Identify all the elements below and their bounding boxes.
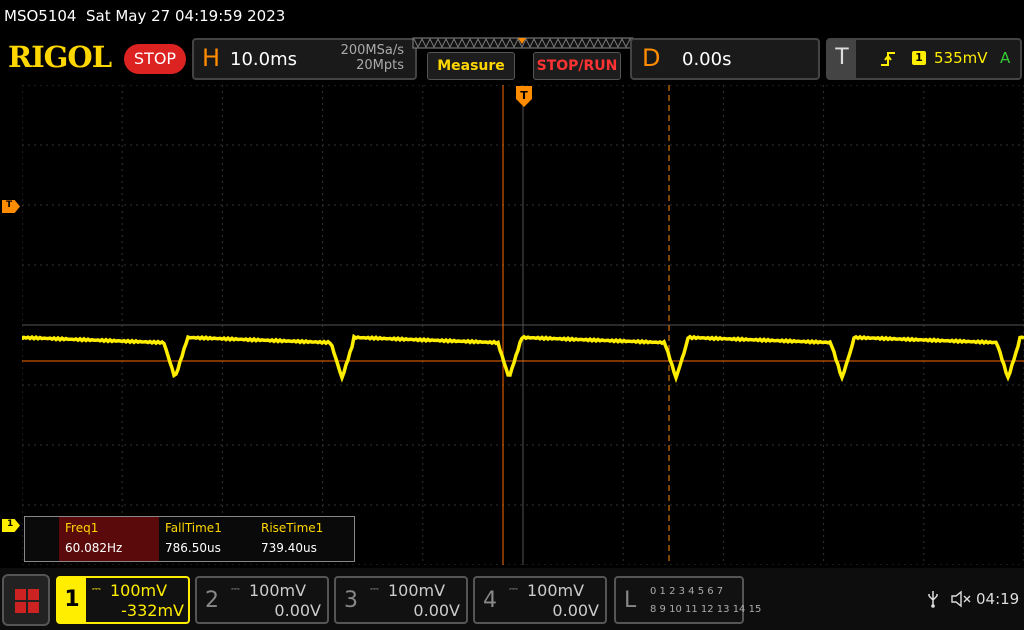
channel4-scale: 100mV	[527, 581, 585, 600]
trigger-source-badge: 1	[912, 51, 926, 65]
measurement-panel[interactable]: Freq1 60.082Hz FallTime1 786.50us RiseTi…	[24, 516, 355, 562]
channel3-offset: 0.00V	[413, 601, 460, 620]
rigol-logo: RIGOL	[8, 40, 112, 74]
channel1-label: 1	[58, 578, 86, 622]
usb-icon	[928, 591, 938, 608]
channel2-box[interactable]: 2 ⎓ 100mV 0.00V	[195, 576, 329, 624]
logic-key: L	[624, 588, 637, 613]
speaker-muted-icon[interactable]	[950, 590, 972, 608]
channel1-offset-marker[interactable]: 1	[2, 519, 20, 532]
measurement-value: 60.082Hz	[65, 541, 123, 555]
dc-coupling-icon: ⎓	[370, 582, 379, 595]
horizontal-key: H	[202, 44, 221, 72]
trigger-level-marker[interactable]: T	[2, 200, 20, 213]
measurement-label: RiseTime1	[261, 521, 324, 535]
clock: 04:19	[976, 590, 1020, 608]
channel2-scale: 100mV	[249, 581, 307, 600]
measurement-label: Freq1	[65, 521, 99, 535]
channel2-offset: 0.00V	[274, 601, 321, 620]
channel1-box[interactable]: 1 ⎓ 100mV -332mV	[56, 576, 190, 624]
dc-coupling-icon: ⎓	[92, 582, 101, 595]
channel3-label: 3	[344, 588, 358, 613]
measure-button[interactable]: Measure	[427, 52, 515, 80]
horizontal-settings[interactable]: H 10.0ms 200MSa/s 20Mpts	[192, 38, 417, 80]
measurement-falltime: FallTime1 786.50us	[159, 517, 255, 561]
measurement-freq: Freq1 60.082Hz	[59, 517, 159, 561]
trigger-level-marker-label: T	[6, 200, 13, 210]
stop-run-button[interactable]: STOP/RUN	[533, 52, 621, 80]
trigger-key: T	[828, 40, 856, 78]
title-text: MSO5104 Sat May 27 04:19:59 2023	[4, 7, 285, 25]
trigger-settings[interactable]: T 1 535mV A	[826, 38, 1022, 80]
channel1-scale: 100mV	[110, 581, 168, 600]
trigger-position-icon[interactable]: T	[514, 86, 534, 108]
memory-overview	[412, 37, 634, 49]
grid-menu-icon	[15, 589, 39, 613]
measurement-value: 739.40us	[261, 541, 317, 555]
trigger-mode: A	[1000, 49, 1011, 67]
run-state-badge[interactable]: STOP	[124, 44, 186, 74]
channel1-offset-marker-label: 1	[7, 519, 14, 529]
date-time: Sat May 27 04:19:59 2023	[86, 7, 286, 25]
channel4-box[interactable]: 4 ⎓ 100mV 0.00V	[473, 576, 607, 624]
delay-key: D	[642, 44, 661, 72]
measurement-risetime: RiseTime1 739.40us	[255, 517, 351, 561]
channel4-offset: 0.00V	[552, 601, 599, 620]
memory-depth: 20Mpts	[356, 58, 404, 73]
delay-value: 0.00s	[682, 49, 732, 70]
channel1-offset: -332mV	[121, 601, 184, 620]
sample-rate: 200MSa/s	[340, 43, 404, 58]
channel3-box[interactable]: 3 ⎓ 100mV 0.00V	[334, 576, 468, 624]
waveform-display[interactable]	[22, 85, 1024, 565]
measurement-label: FallTime1	[165, 521, 222, 535]
dc-coupling-icon: ⎓	[509, 582, 518, 595]
logic-row-high: 8 9 10 11 12 13 14 15	[650, 604, 762, 615]
logic-channels-box[interactable]: L 0 1 2 3 4 5 6 7 8 9 10 11 12 13 14 15	[614, 576, 761, 624]
title-bar: MSO5104 Sat May 27 04:19:59 2023	[0, 0, 1024, 34]
channel2-label: 2	[205, 588, 219, 613]
model-name: MSO5104	[4, 7, 77, 25]
horizontal-scale: 10.0ms	[230, 49, 297, 70]
app-menu-button[interactable]	[2, 574, 50, 626]
rising-edge-icon	[881, 52, 895, 66]
channel3-scale: 100mV	[388, 581, 446, 600]
delay-settings[interactable]: D 0.00s	[630, 38, 820, 80]
logic-row-low: 0 1 2 3 4 5 6 7	[650, 586, 724, 597]
svg-text:T: T	[520, 89, 528, 102]
trigger-level: 535mV	[934, 49, 988, 67]
measurement-value: 786.50us	[165, 541, 221, 555]
dc-coupling-icon: ⎓	[231, 582, 240, 595]
channel4-label: 4	[483, 588, 497, 613]
